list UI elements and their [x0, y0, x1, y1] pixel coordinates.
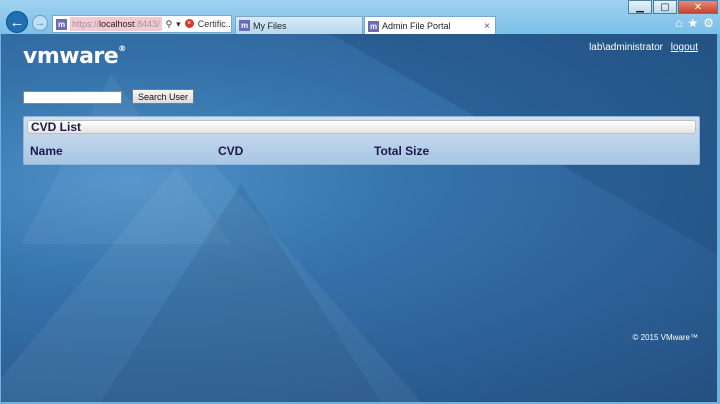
address-bar[interactable]: m https:// localhost :8443/ ⚲ ▾ × Certif… [52, 15, 232, 33]
admin-file-portal-page: vmware® lab\administrator logout Search … [1, 34, 717, 402]
back-arrow-icon: ← [9, 14, 25, 31]
gear-icon[interactable]: ⚙ [703, 16, 714, 30]
panel-title: CVD List [27, 120, 696, 134]
column-header-total-size[interactable]: Total Size [374, 144, 429, 158]
tab-label: Admin File Portal [382, 21, 451, 31]
column-header-name[interactable]: Name [30, 144, 63, 158]
vmware-logo: vmware® [23, 44, 126, 69]
tab-my-files[interactable]: m My Files [235, 16, 363, 34]
site-favicon-icon: m [368, 20, 379, 32]
minimize-button[interactable]: ▁ [628, 0, 652, 14]
tab-admin-file-portal[interactable]: m Admin File Portal × [364, 16, 496, 35]
trademark-mark: ® [118, 44, 126, 53]
url-protocol: https:// [72, 19, 100, 29]
url-path: :8443/ [134, 19, 160, 29]
search-user-button[interactable]: Search User [132, 89, 194, 104]
search-user-input[interactable] [23, 91, 122, 104]
back-button[interactable]: ← [6, 11, 28, 33]
forward-button[interactable]: → [32, 15, 48, 31]
star-icon[interactable]: ★ [687, 16, 698, 30]
site-favicon-icon: m [56, 18, 67, 30]
column-header-cvd[interactable]: CVD [218, 144, 243, 158]
copyright-text: © 2015 VMware™ [632, 333, 698, 342]
certificate-error-label[interactable]: Certific... [198, 19, 231, 30]
site-favicon-icon: m [239, 20, 250, 31]
certificate-error-icon[interactable]: × [184, 18, 194, 28]
logo-text: vmware [23, 44, 119, 69]
current-user: lab\administrator [589, 42, 663, 53]
browser-chrome: ▁ ▢ ✕ ← → m https:// localhost :8443/ ⚲ … [0, 0, 720, 35]
close-window-button[interactable]: ✕ [678, 0, 718, 14]
background-decoration [1, 34, 717, 402]
logout-link[interactable]: logout [671, 42, 698, 53]
search-icon[interactable]: ⚲ [166, 19, 173, 30]
close-tab-icon[interactable]: × [484, 21, 490, 32]
url-text[interactable]: https:// localhost :8443/ [70, 17, 162, 31]
cvd-list-panel: CVD List Name CVD Total Size [23, 116, 700, 165]
tab-label: My Files [253, 20, 287, 31]
forward-arrow-icon: → [34, 17, 46, 29]
window-controls: ▁ ▢ ✕ [628, 0, 718, 14]
home-icon[interactable]: ⌂ [675, 16, 682, 30]
maximize-button[interactable]: ▢ [653, 0, 677, 14]
url-host: localhost [99, 19, 135, 29]
dropdown-icon[interactable]: ▾ [176, 19, 181, 30]
